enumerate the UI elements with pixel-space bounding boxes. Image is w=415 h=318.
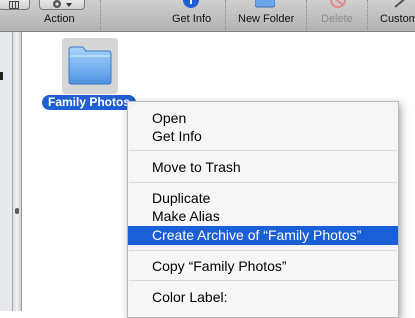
sidebar-selection-marker: [0, 72, 3, 80]
new-folder-icon[interactable]: [254, 0, 276, 14]
menu-separator: [129, 250, 397, 251]
toolbar: Action Get Info New Folder Delete Custom: [0, 0, 415, 32]
customize-icon[interactable]: [393, 0, 409, 14]
toolbar-divider: [306, 0, 308, 30]
sidebar-splitter[interactable]: [13, 32, 22, 311]
folder-icon: [67, 44, 113, 91]
menu-item-get-info[interactable]: Get Info: [128, 127, 398, 146]
delete-icon[interactable]: [330, 0, 346, 14]
menu-separator: [129, 150, 397, 151]
get-info-label[interactable]: Get Info: [172, 13, 211, 25]
view-button[interactable]: [0, 0, 30, 10]
menu-item-move-to-trash[interactable]: Move to Trash: [128, 158, 398, 177]
view-icon: [9, 0, 19, 14]
toolbar-divider: [225, 0, 227, 30]
delete-label[interactable]: Delete: [321, 13, 353, 25]
new-folder-label[interactable]: New Folder: [238, 13, 294, 25]
folder-name-label[interactable]: Family Photos: [42, 95, 137, 110]
action-button[interactable]: [39, 0, 85, 10]
context-menu: Open Get Info Move to Trash Duplicate Ma…: [127, 101, 399, 318]
toolbar-divider: [367, 0, 369, 30]
gear-icon: [51, 0, 73, 14]
menu-item-open[interactable]: Open: [128, 109, 398, 128]
menu-item-create-archive[interactable]: Create Archive of “Family Photos”: [128, 226, 398, 245]
folder-item[interactable]: [62, 38, 118, 94]
menu-item-make-alias[interactable]: Make Alias: [128, 207, 398, 226]
menu-item-color-label: Color Label:: [152, 289, 228, 305]
toolbar-divider: [100, 0, 102, 30]
splitter-handle[interactable]: [15, 208, 19, 214]
menu-item-duplicate[interactable]: Duplicate: [128, 189, 398, 208]
menu-item-copy[interactable]: Copy “Family Photos”: [128, 257, 398, 276]
menu-separator: [129, 182, 397, 183]
action-label: Action: [44, 13, 75, 25]
menu-separator: [129, 280, 397, 281]
customize-label[interactable]: Custom: [380, 13, 415, 25]
